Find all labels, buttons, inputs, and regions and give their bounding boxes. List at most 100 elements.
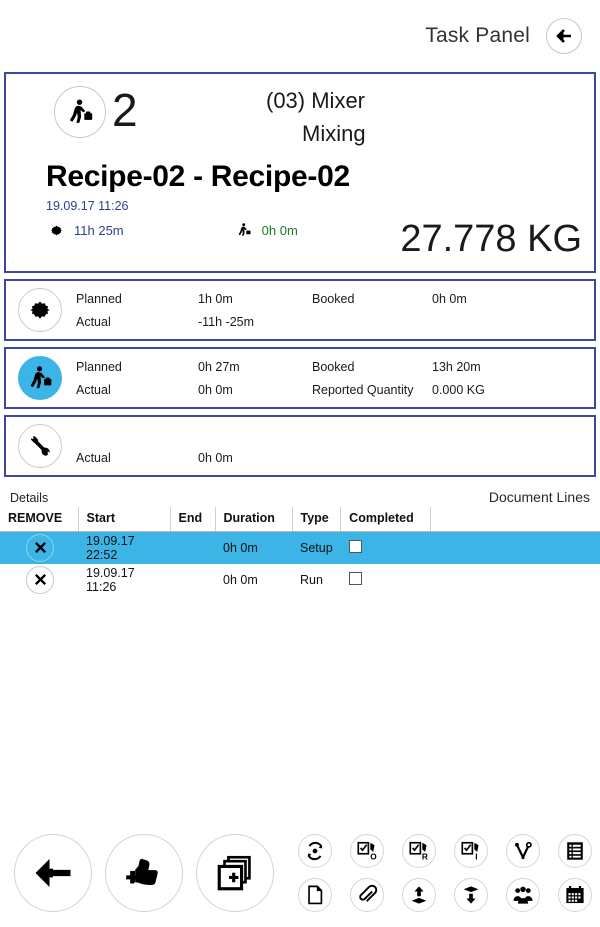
move-down-button[interactable]	[454, 878, 488, 912]
add-document-button[interactable]	[196, 834, 274, 912]
tools-stats-rows: Actual 0h 0m	[76, 423, 588, 469]
arrow-left-icon	[554, 26, 574, 46]
checklist-i-icon: I	[460, 840, 482, 862]
completed-checkbox[interactable]	[348, 539, 362, 553]
tab-details[interactable]: Details	[10, 491, 48, 505]
back-button[interactable]	[14, 834, 92, 912]
table-row[interactable]: 19.09.17 11:26 0h 0m Run	[0, 564, 600, 596]
arrow-up-layer-icon	[408, 884, 430, 906]
machine-code: (03) Mixer	[266, 88, 366, 113]
arrow-down-layer-icon	[460, 884, 482, 906]
close-x-icon[interactable]	[26, 565, 54, 594]
row-type-cell: Setup	[300, 540, 333, 555]
list-lines-icon	[564, 840, 586, 862]
task-number: 2	[112, 84, 138, 136]
stat-value: 0.000 KG	[432, 382, 485, 397]
checklist-o-button[interactable]: O	[350, 834, 384, 868]
stat-value: 13h 20m	[432, 359, 481, 374]
completed-checkbox[interactable]	[348, 571, 362, 585]
column-header-remove[interactable]: REMOVE	[0, 507, 79, 532]
run-stats-rows: Planned 0h 27m Booked 13h 20m Actual 0h …	[76, 355, 588, 401]
column-header-spacer	[430, 507, 600, 532]
row-completed-cell[interactable]	[341, 532, 431, 564]
task-start-date: 19.09.17 11:26	[46, 199, 129, 213]
people-group-icon	[512, 884, 534, 906]
page-icon	[304, 884, 326, 906]
gear-icon	[27, 297, 53, 323]
document-button[interactable]	[298, 878, 332, 912]
attachment-button[interactable]	[350, 878, 384, 912]
list-button[interactable]	[558, 834, 592, 868]
setup-time-value: 11h 25m	[74, 222, 124, 238]
run-stats-card[interactable]: Planned 0h 27m Booked 13h 20m Actual 0h …	[4, 347, 596, 409]
svg-text:R: R	[422, 853, 428, 862]
stat-label: Actual	[76, 382, 111, 397]
refresh-button[interactable]	[298, 834, 332, 868]
tool-button[interactable]	[506, 834, 540, 868]
checklist-i-button[interactable]: I	[454, 834, 488, 868]
stat-row: Planned 0h 27m Booked 13h 20m	[76, 355, 588, 378]
checklist-o-icon: O	[356, 840, 378, 862]
stat-value: 0h 0m	[198, 382, 233, 397]
setup-stats-rows: Planned 1h 0m Booked 0h 0m Actual -11h -…	[76, 287, 588, 333]
stat-label: Booked	[312, 359, 355, 374]
setup-stats-card[interactable]: Planned 1h 0m Booked 0h 0m Actual -11h -…	[4, 279, 596, 341]
run-stats-icon-circle	[18, 356, 62, 400]
page-title: Task Panel	[425, 24, 530, 47]
worker-pushing-icon	[65, 97, 95, 127]
table-row[interactable]: 19.09.17 22:52 0h 0m Setup	[0, 531, 600, 564]
column-header-completed[interactable]: Completed	[340, 507, 432, 532]
stat-value: 0h 0m	[432, 291, 467, 306]
stacked-pages-plus-icon	[214, 852, 256, 894]
worker-running-icon	[26, 364, 54, 392]
row-remove-cell[interactable]	[0, 564, 78, 596]
calendar-icon	[564, 884, 586, 906]
row-start-cell: 19.09.17 11:26	[86, 565, 135, 594]
calendar-button[interactable]	[558, 878, 592, 912]
row-duration-cell: 0h 0m	[223, 572, 258, 587]
stat-label: Planned	[76, 359, 122, 374]
stat-value: 1h 0m	[198, 291, 233, 306]
tabs-bar: Details Document Lines	[0, 483, 600, 507]
close-x-icon[interactable]	[26, 533, 54, 562]
task-status-icon-circle	[54, 86, 106, 138]
column-header-start[interactable]: Start	[78, 507, 171, 532]
row-end-cell	[170, 532, 215, 564]
confirm-button[interactable]	[105, 834, 183, 912]
toolbar-icon-grid: O R I	[289, 829, 600, 917]
row-spacer-cell	[431, 532, 600, 564]
worker-running-icon	[234, 222, 254, 238]
machine-operation: Mixing	[302, 121, 366, 146]
run-time-value: 0h 0m	[261, 222, 298, 238]
run-metric: 0h 0m	[234, 222, 298, 238]
page-header: Task Panel	[0, 0, 600, 72]
arrow-left-icon	[32, 852, 74, 894]
tab-document-lines[interactable]: Document Lines	[489, 489, 590, 505]
header-back-button[interactable]	[546, 18, 582, 54]
details-table-body: 19.09.17 22:52 0h 0m Setup 19.09.17 11:2…	[0, 531, 600, 596]
machine-info: (03) Mixer Mixing	[266, 84, 366, 150]
stat-label: Actual	[76, 450, 111, 465]
gear-icon	[46, 223, 66, 238]
stat-label: Reported Quantity	[312, 382, 414, 397]
row-completed-cell[interactable]	[341, 564, 431, 596]
table-header-row: REMOVE Start End Duration Type Completed	[0, 507, 600, 532]
column-header-duration[interactable]: Duration	[215, 507, 293, 532]
stat-value: -11h -25m	[198, 314, 255, 329]
task-summary-top: 2 (03) Mixer Mixing	[16, 80, 584, 166]
move-up-button[interactable]	[402, 878, 436, 912]
row-type-cell: Run	[300, 572, 323, 587]
team-button[interactable]	[506, 878, 540, 912]
details-table-head: REMOVE Start End Duration Type Completed	[0, 507, 600, 532]
thumbs-up-plus-icon	[123, 852, 165, 894]
row-remove-cell[interactable]	[0, 532, 78, 564]
column-header-type[interactable]: Type	[292, 507, 342, 532]
tools-stats-card[interactable]: Actual 0h 0m	[4, 415, 596, 477]
checklist-r-icon: R	[408, 840, 430, 862]
task-summary-card[interactable]: 2 (03) Mixer Mixing Recipe-02 - Recipe-0…	[4, 72, 596, 273]
stat-label: Actual	[76, 314, 111, 329]
checklist-r-button[interactable]: R	[402, 834, 436, 868]
column-header-end[interactable]: End	[170, 507, 216, 532]
tools-icon	[27, 433, 53, 459]
stat-label: Booked	[312, 291, 355, 306]
